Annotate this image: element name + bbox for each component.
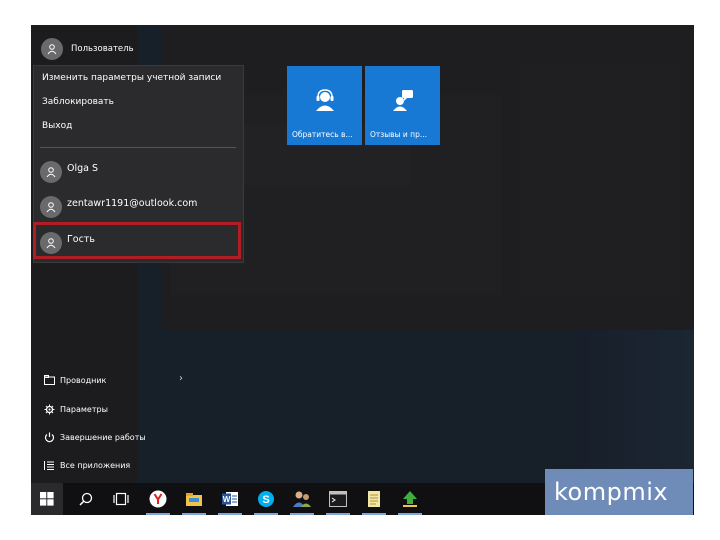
settings-item[interactable]: Параметры	[43, 400, 108, 418]
start-icon	[40, 492, 54, 506]
chevron-right-icon[interactable]: ›	[179, 373, 183, 384]
tile-label: Отзывы и пр...	[370, 130, 427, 139]
task-view-icon	[113, 492, 129, 506]
tile-feedback[interactable]: Отзывы и пр...	[365, 66, 440, 145]
word-icon: W	[222, 492, 238, 506]
tile-label: Обратитесь в...	[292, 130, 353, 139]
search-button[interactable]	[71, 483, 101, 515]
tile-contact-support[interactable]: Обратитесь в...	[287, 66, 362, 145]
shutdown-label: Завершение работы	[60, 432, 146, 442]
command-prompt-icon	[329, 491, 347, 507]
guest-highlight-frame	[33, 222, 241, 259]
word-button[interactable]: W	[215, 483, 245, 515]
yandex-browser-button[interactable]	[143, 483, 173, 515]
skype-button[interactable]: S	[251, 483, 281, 515]
upload-button[interactable]	[395, 483, 425, 515]
user-avatar-icon	[41, 38, 63, 60]
skype-icon: S	[258, 491, 274, 507]
user-name: Пользователь	[71, 44, 134, 54]
people-icon	[293, 491, 311, 507]
file-explorer-button[interactable]	[179, 483, 209, 515]
notepad-icon	[368, 491, 380, 507]
desktop-screen: Пользователь Изменить параметры учетной …	[31, 25, 694, 515]
change-account-settings-item[interactable]: Изменить параметры учетной записи	[42, 73, 221, 83]
command-prompt-button[interactable]	[323, 483, 353, 515]
menu-divider	[40, 147, 236, 148]
user-label: Olga S	[67, 162, 99, 174]
watermark-text: kompmix	[554, 478, 669, 506]
user-account-button[interactable]: Пользователь	[41, 37, 134, 61]
lock-item[interactable]: Заблокировать	[42, 97, 114, 107]
sign-out-item[interactable]: Выход	[42, 121, 72, 131]
contact-support-icon	[316, 89, 334, 111]
power-icon	[43, 431, 55, 443]
all-apps-item[interactable]: Все приложения	[43, 456, 130, 474]
all-apps-label: Все приложения	[60, 460, 131, 470]
list-icon	[43, 459, 55, 471]
yandex-browser-icon	[149, 490, 167, 508]
folder-icon	[43, 374, 55, 386]
svg-text:S: S	[262, 494, 269, 506]
search-icon	[79, 492, 93, 506]
feedback-icon	[393, 90, 413, 111]
file-explorer-icon	[186, 493, 202, 506]
people-button[interactable]	[287, 483, 317, 515]
start-menu: Пользователь Изменить параметры учетной …	[31, 25, 694, 483]
file-explorer-label: Проводник	[60, 375, 107, 385]
watermark-logo: kompmix	[545, 469, 693, 515]
switch-user-olga[interactable]: Olga S	[40, 158, 98, 186]
upload-icon	[403, 491, 417, 507]
file-explorer-item[interactable]: Проводник	[43, 371, 106, 389]
user-label: zentawr1191@outlook.com	[67, 197, 198, 209]
shutdown-item[interactable]: Завершение работы	[43, 428, 146, 446]
svg-text:W: W	[223, 495, 231, 504]
notepad-button[interactable]	[359, 483, 389, 515]
switch-user-outlook[interactable]: zentawr1191@outlook.com	[40, 193, 197, 221]
user-avatar-icon	[40, 161, 62, 183]
start-button[interactable]	[31, 483, 63, 515]
gear-icon	[43, 403, 55, 415]
settings-label: Параметры	[60, 404, 108, 414]
task-view-button[interactable]	[106, 483, 136, 515]
user-avatar-icon	[40, 196, 62, 218]
